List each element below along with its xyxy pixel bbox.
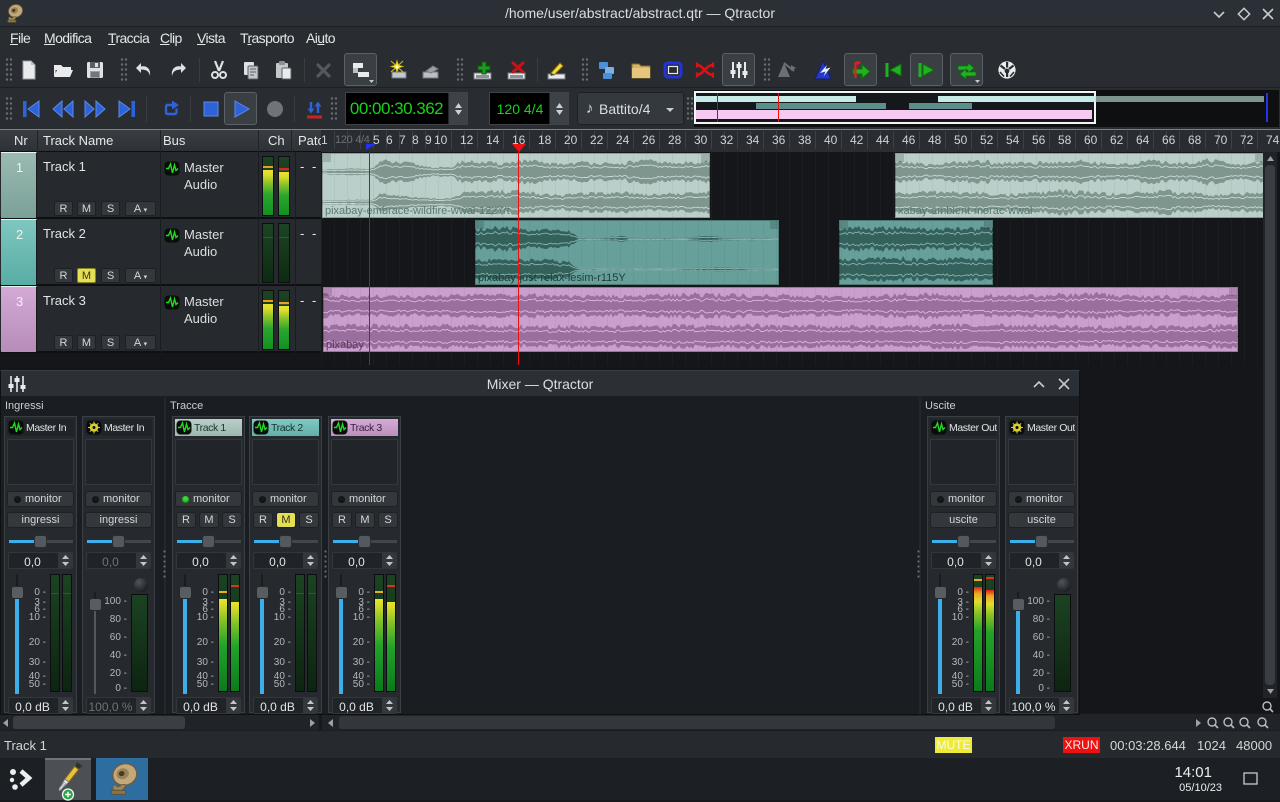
svg-text:pixabay-embrace-wildfire-wwal-: pixabay-embrace-wildfire-wwal-1227/t bbox=[325, 205, 510, 217]
svg-text:pixabay: pixabay bbox=[326, 339, 364, 351]
svg-text:pixabay-just-relax-lesim-r115Y: pixabay-just-relax-lesim-r115Y bbox=[478, 272, 626, 284]
svg-text:xabay-ambient-morac-wwal: xabay-ambient-morac-wwal bbox=[898, 205, 1033, 217]
